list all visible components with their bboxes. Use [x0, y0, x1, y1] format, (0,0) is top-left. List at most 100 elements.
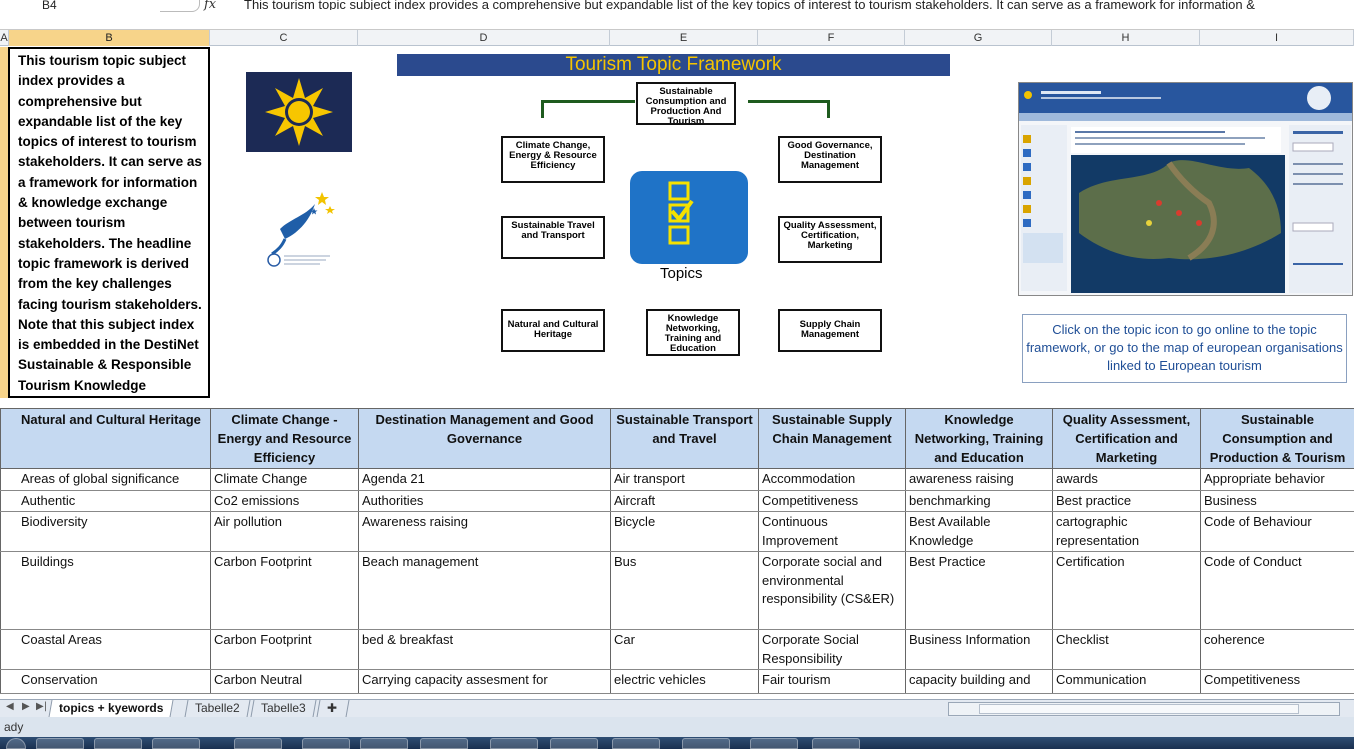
name-box-dropdown[interactable] — [160, 0, 200, 12]
cip-logo[interactable] — [260, 184, 344, 276]
sun-logo[interactable] — [246, 72, 352, 152]
column-header-b[interactable]: B — [9, 30, 210, 46]
table-cell[interactable]: Agenda 21 — [358, 468, 611, 491]
taskbar-app-icon[interactable] — [682, 738, 730, 749]
table-cell[interactable]: Carbon Footprint — [210, 629, 359, 670]
header-supply-chain[interactable]: Sustainable Supply Chain Management — [758, 408, 906, 469]
table-cell[interactable]: Continuous Improvement — [758, 511, 906, 552]
taskbar-app-icon[interactable] — [302, 738, 350, 749]
table-cell[interactable]: awareness raising — [905, 468, 1053, 491]
table-cell[interactable]: Co2 emissions — [210, 490, 359, 512]
taskbar-app-icon[interactable] — [750, 738, 798, 749]
topic-box-sustainable-travel[interactable]: Sustainable Travel and Transport — [501, 216, 605, 259]
insert-function-icon[interactable]: fx — [204, 0, 216, 11]
taskbar-app-icon[interactable] — [234, 738, 282, 749]
table-cell[interactable]: Corporate Social Responsibility — [758, 629, 906, 670]
table-cell[interactable]: Competitiveness — [758, 490, 906, 512]
taskbar-app-icon[interactable] — [36, 738, 84, 749]
table-cell[interactable]: Carbon Footprint — [210, 551, 359, 630]
table-cell[interactable]: Carrying capacity assesment for — [358, 669, 611, 694]
taskbar-app-icon[interactable] — [550, 738, 598, 749]
topic-box-good-governance[interactable]: Good Governance, Destination Management — [778, 136, 882, 183]
taskbar-app-icon[interactable] — [152, 738, 200, 749]
table-cell[interactable]: bed & breakfast — [358, 629, 611, 670]
taskbar-app-icon[interactable] — [94, 738, 142, 749]
tab-topics-keywords[interactable]: topics + kyewords — [48, 700, 174, 717]
start-button-icon[interactable] — [6, 738, 26, 749]
destinet-portal-screenshot[interactable] — [1018, 82, 1353, 296]
scrollbar-thumb[interactable] — [979, 704, 1299, 714]
column-header-f[interactable]: F — [758, 30, 905, 46]
table-cell[interactable]: Bicycle — [610, 511, 759, 552]
table-cell[interactable]: Conservation — [0, 669, 211, 694]
table-cell[interactable]: Buildings — [0, 551, 211, 630]
table-cell[interactable]: coherence — [1200, 629, 1354, 670]
table-cell[interactable]: Biodiversity — [0, 511, 211, 552]
taskbar-app-icon[interactable] — [490, 738, 538, 749]
table-cell[interactable]: capacity building and — [905, 669, 1053, 694]
column-header-h[interactable]: H — [1052, 30, 1200, 46]
column-header-c[interactable]: C — [210, 30, 358, 46]
taskbar-app-icon[interactable] — [812, 738, 860, 749]
taskbar-app-icon[interactable] — [612, 738, 660, 749]
table-cell[interactable]: Climate Change — [210, 468, 359, 491]
column-header-g[interactable]: G — [905, 30, 1052, 46]
table-cell[interactable]: Best practice — [1052, 490, 1201, 512]
column-header-e[interactable]: E — [610, 30, 758, 46]
table-cell[interactable]: electric vehicles — [610, 669, 759, 694]
table-cell[interactable]: Carbon Neutral — [210, 669, 359, 694]
table-cell[interactable]: Competitiveness — [1200, 669, 1354, 694]
table-cell[interactable]: cartographic representation — [1052, 511, 1201, 552]
topic-info-note[interactable]: Click on the topic icon to go online to … — [1022, 314, 1347, 383]
name-box[interactable]: B4 — [0, 0, 160, 18]
insert-sheet-button[interactable]: ✚ — [316, 700, 350, 717]
next-sheet-icon[interactable]: ▶ — [22, 701, 30, 712]
table-cell[interactable]: Areas of global significance — [0, 468, 211, 491]
header-quality-assessment[interactable]: Quality Assessment, Certification and Ma… — [1052, 408, 1201, 469]
selected-cell-b4[interactable]: This tourism topic subject index provide… — [8, 47, 210, 398]
table-cell[interactable]: Corporate social and environmental respo… — [758, 551, 906, 630]
table-cell[interactable]: Coastal Areas — [0, 629, 211, 670]
table-cell[interactable]: Business Information — [905, 629, 1053, 670]
topic-box-supply-chain[interactable]: Supply Chain Management — [778, 309, 882, 352]
table-cell[interactable]: Business — [1200, 490, 1354, 512]
prev-sheet-icon[interactable]: ◀ — [6, 701, 14, 712]
table-cell[interactable]: Certification — [1052, 551, 1201, 630]
table-cell[interactable]: Car — [610, 629, 759, 670]
table-cell[interactable]: Authentic — [0, 490, 211, 512]
header-sustainable-consumption[interactable]: Sustainable Consumption and Production &… — [1200, 408, 1354, 469]
table-cell[interactable]: Air pollution — [210, 511, 359, 552]
topic-box-sustainable-consumption[interactable]: Sustainable Consumption and Production A… — [636, 82, 736, 125]
table-cell[interactable]: Code of Behaviour — [1200, 511, 1354, 552]
last-sheet-icon[interactable]: ▶| — [36, 701, 47, 712]
table-cell[interactable]: Beach management — [358, 551, 611, 630]
topics-icon-button[interactable] — [630, 171, 748, 264]
column-header-d[interactable]: D — [358, 30, 610, 46]
table-cell[interactable]: Appropriate behavior — [1200, 468, 1354, 491]
topic-box-knowledge-networking[interactable]: Knowledge Networking, Training and Educa… — [646, 309, 740, 356]
tab-tabelle2[interactable]: Tabelle2 — [184, 700, 251, 717]
table-cell[interactable]: Bus — [610, 551, 759, 630]
taskbar-app-icon[interactable] — [420, 738, 468, 749]
taskbar-app-icon[interactable] — [360, 738, 408, 749]
formula-input[interactable]: This tourism topic subject index provide… — [244, 0, 1354, 10]
topic-box-climate-change[interactable]: Climate Change, Energy & Resource Effici… — [501, 136, 605, 183]
topic-box-quality-assessment[interactable]: Quality Assessment, Certification, Marke… — [778, 216, 882, 263]
topic-box-natural-heritage[interactable]: Natural and Cultural Heritage — [501, 309, 605, 352]
column-header-i[interactable]: I — [1200, 30, 1354, 46]
table-cell[interactable]: Communication — [1052, 669, 1201, 694]
table-cell[interactable]: Fair tourism — [758, 669, 906, 694]
header-climate-change[interactable]: Climate Change - Energy and Resource Eff… — [210, 408, 359, 469]
table-cell[interactable]: Accommodation — [758, 468, 906, 491]
table-cell[interactable]: benchmarking — [905, 490, 1053, 512]
header-natural-heritage[interactable]: Natural and Cultural Heritage — [0, 408, 211, 469]
header-destination-management[interactable]: Destination Management and Good Governan… — [358, 408, 611, 469]
table-cell[interactable]: Authorities — [358, 490, 611, 512]
horizontal-scrollbar[interactable] — [948, 702, 1340, 716]
header-knowledge-networking[interactable]: Knowledge Networking, Training and Educa… — [905, 408, 1053, 469]
header-sustainable-transport[interactable]: Sustainable Transport and Travel — [610, 408, 759, 469]
table-cell[interactable]: Checklist — [1052, 629, 1201, 670]
table-cell[interactable]: Aircraft — [610, 490, 759, 512]
table-cell[interactable]: Air transport — [610, 468, 759, 491]
column-header-a[interactable]: A — [0, 30, 9, 46]
